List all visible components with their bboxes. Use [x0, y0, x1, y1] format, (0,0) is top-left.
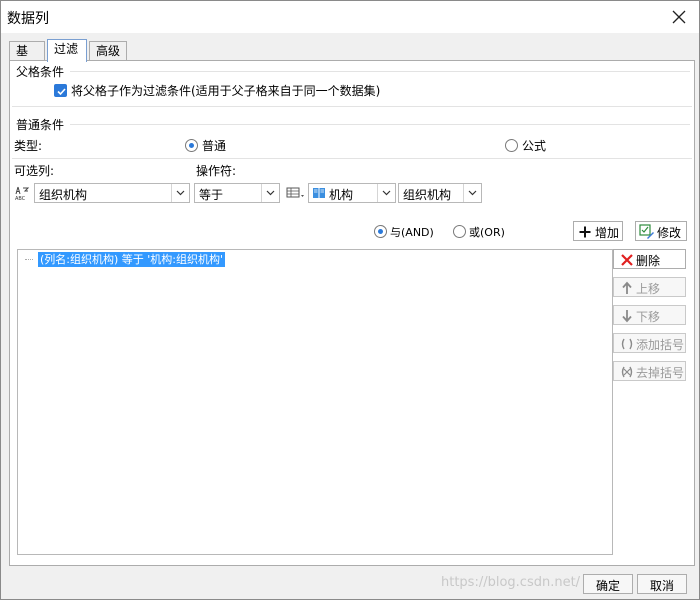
operator-select[interactable]: 等于 — [194, 183, 280, 203]
logic-or-label: 或(OR) — [469, 226, 505, 239]
add-button-label: 增加 — [595, 226, 620, 240]
remove-bracket-button[interactable]: 去掉括号 — [613, 361, 686, 381]
move-up-button[interactable]: 上移 — [613, 277, 686, 297]
value-type-select-value: 机构 — [329, 188, 354, 202]
condition-list-item[interactable]: (列名:组织机构) 等于 '机构:组织机构' — [38, 252, 226, 267]
chevron-down-icon — [261, 184, 279, 202]
type-label: 类型: — [14, 139, 43, 153]
tab-advanced-label: 高级 — [96, 44, 121, 58]
arrow-down-icon — [620, 309, 634, 323]
modify-button-label: 修改 — [657, 226, 682, 240]
arrow-up-icon — [620, 281, 634, 295]
tree-connector — [25, 259, 33, 260]
add-bracket-button-label: 添加括号 — [636, 338, 685, 352]
parent-condition-heading: 父格条件 — [16, 65, 65, 79]
chevron-down-icon — [171, 184, 189, 202]
plus-icon — [578, 225, 592, 239]
logic-or-radio[interactable] — [453, 225, 466, 238]
normal-condition-heading: 普通条件 — [16, 118, 65, 132]
close-icon[interactable] — [667, 5, 691, 29]
window-title: 数据列 — [7, 11, 49, 27]
bracket-icon — [620, 337, 634, 351]
type-normal-radio[interactable] — [185, 139, 198, 152]
value-select[interactable]: 组织机构 — [398, 183, 482, 203]
cancel-button-label: 取消 — [649, 579, 674, 593]
filter-panel: 父格条件 将父格子作为过滤条件(适用于父子格来自于同一个数据集) 普通条件 类型… — [9, 60, 695, 566]
type-normal-label: 普通 — [202, 139, 227, 153]
chevron-down-icon — [463, 184, 481, 202]
cancel-button[interactable]: 取消 — [637, 574, 687, 594]
condition-list[interactable]: (列名:组织机构) 等于 '机构:组织机构' — [17, 249, 613, 555]
dialog-window: 数据列 基本 过滤 高级 父格条件 将父格子作为过滤条件(适用于父子格来自于同一… — [0, 0, 700, 600]
add-button[interactable]: 增加 — [573, 221, 623, 241]
chevron-down-icon — [377, 184, 395, 202]
title-bar: 数据列 — [1, 1, 699, 33]
abc-column-icon: ABC — [14, 185, 34, 202]
logic-and-label: 与(AND) — [390, 226, 434, 239]
column-label: 可选列: — [14, 164, 55, 178]
tab-filter-label: 过滤 — [54, 42, 79, 56]
remove-bracket-icon — [620, 365, 634, 379]
book-icon — [312, 187, 326, 199]
ok-button-label: 确定 — [595, 579, 620, 593]
remove-bracket-button-label: 去掉括号 — [636, 366, 685, 380]
edit-icon — [639, 224, 655, 240]
move-down-button-label: 下移 — [636, 310, 661, 324]
delete-button[interactable]: 删除 — [613, 249, 686, 269]
tab-advanced[interactable]: 高级 — [89, 41, 127, 61]
ok-button[interactable]: 确定 — [583, 574, 633, 594]
column-select[interactable]: 组织机构 — [34, 183, 190, 203]
type-formula-label: 公式 — [522, 139, 547, 153]
parent-filter-checkbox-label: 将父格子作为过滤条件(适用于父子格来自于同一个数据集) — [71, 84, 381, 98]
add-bracket-button[interactable]: 添加括号 — [613, 333, 686, 353]
value-select-value: 组织机构 — [403, 188, 452, 202]
svg-text:ABC: ABC — [15, 196, 26, 201]
parent-filter-checkbox[interactable] — [54, 84, 67, 97]
move-down-button[interactable]: 下移 — [613, 305, 686, 325]
column-select-value: 组织机构 — [39, 188, 88, 202]
tab-basic[interactable]: 基本 — [9, 41, 45, 76]
divider — [70, 71, 690, 72]
move-up-button-label: 上移 — [636, 282, 661, 296]
logic-and-radio[interactable] — [374, 225, 387, 238]
x-icon — [620, 253, 634, 267]
operator-label: 操作符: — [196, 164, 237, 178]
modify-button[interactable]: 修改 — [635, 221, 687, 241]
divider — [70, 124, 690, 125]
watermark: https://blog.csdn.net/ — [441, 575, 581, 590]
divider — [12, 106, 692, 107]
value-type-select[interactable]: 机构 — [308, 183, 396, 203]
tab-filter[interactable]: 过滤 — [47, 39, 87, 62]
divider — [12, 158, 692, 159]
type-formula-radio[interactable] — [505, 139, 518, 152]
operator-select-value: 等于 — [199, 188, 224, 202]
grid-icon[interactable] — [286, 186, 306, 200]
delete-button-label: 删除 — [636, 254, 661, 268]
